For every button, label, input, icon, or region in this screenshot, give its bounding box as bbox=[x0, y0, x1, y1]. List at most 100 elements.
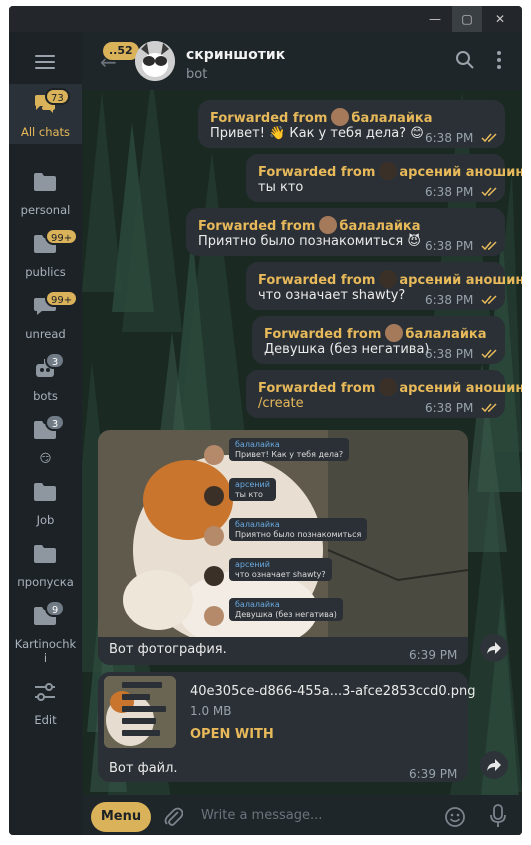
message-input-bar: Menu Write a message... bbox=[82, 795, 522, 835]
forwarded-header: Forwarded from балалайка bbox=[198, 216, 421, 234]
preview-message: балалайка Приятно было познакомиться bbox=[229, 518, 368, 541]
unread-counter-badge: ..52 bbox=[103, 42, 139, 60]
forwarded-header: Forwarded from арсений аношин bbox=[258, 162, 522, 180]
folder-label: publics bbox=[25, 265, 66, 279]
microphone-icon[interactable] bbox=[488, 804, 508, 828]
folder-label: пропуска bbox=[17, 575, 74, 589]
folder-label: Edit bbox=[34, 713, 57, 727]
file-message[interactable]: 40e305ce-d866-455a...3-afce2853ccd0.png … bbox=[98, 672, 476, 782]
paperclip-icon[interactable] bbox=[163, 806, 183, 828]
forwarded-header: Forwarded from балалайка bbox=[210, 108, 433, 126]
read-ticks-icon bbox=[481, 241, 497, 251]
more-vertical-icon[interactable] bbox=[494, 49, 504, 71]
chat-title: скриншотик bbox=[186, 47, 286, 63]
preview-avatar bbox=[204, 526, 224, 546]
forwarded-header: Forwarded from арсений аношин bbox=[258, 270, 522, 288]
message-time: 6:39 PM bbox=[409, 767, 458, 781]
message-text: что означает shawty? bbox=[258, 288, 406, 303]
read-ticks-icon bbox=[481, 349, 497, 359]
folder-smirk[interactable]: 3 😏 bbox=[9, 410, 82, 470]
message-text: Девушка (без негатива) bbox=[264, 342, 430, 357]
preview-avatar bbox=[204, 486, 224, 506]
preview-avatar bbox=[204, 566, 224, 586]
folder-bots[interactable]: 3 bots bbox=[9, 348, 82, 408]
folder-label: All chats bbox=[20, 125, 71, 139]
bot-menu-button[interactable]: Menu bbox=[91, 802, 151, 832]
message-input[interactable]: Write a message... bbox=[201, 808, 322, 823]
folder-all-chats[interactable]: 73 All chats bbox=[9, 84, 82, 144]
folder-icon bbox=[34, 545, 56, 563]
folder-label: unread bbox=[25, 327, 66, 341]
share-arrow-icon bbox=[487, 642, 501, 654]
photo-preview[interactable]: балалайка Привет! Как у тебя дела? арсени… bbox=[98, 430, 468, 637]
chat-avatar[interactable] bbox=[135, 41, 175, 81]
message-time: 6:38 PM bbox=[425, 239, 474, 253]
message-text: Привет! 👋 Как у тебя дела? 😊 bbox=[210, 126, 424, 141]
message-bubble[interactable]: Forwarded from балалайка Приятно было поз… bbox=[186, 208, 505, 256]
chat-panel: ← ..52 скриншотик bot Forwarded from бала… bbox=[82, 32, 522, 835]
photo-message[interactable]: балалайка Привет! Как у тебя дела? арсени… bbox=[98, 430, 468, 665]
message-text: Приятно было познакомиться 😈 bbox=[198, 234, 421, 249]
message-time: 6:38 PM bbox=[425, 347, 474, 361]
preview-message: балалайка Привет! Как у тебя дела? bbox=[229, 438, 350, 461]
folder-label: bots bbox=[33, 389, 58, 403]
maximize-button[interactable]: ▢ bbox=[452, 6, 482, 32]
emoji-icon[interactable] bbox=[444, 806, 466, 828]
minimize-button[interactable]: — bbox=[420, 6, 450, 32]
folder-propuska[interactable]: пропуска bbox=[9, 534, 82, 594]
message-time: 6:39 PM bbox=[409, 648, 458, 662]
close-button[interactable]: ✕ bbox=[485, 6, 515, 32]
message-bubble[interactable]: Forwarded from арсений аношин что означае… bbox=[246, 262, 522, 310]
read-ticks-icon bbox=[481, 187, 497, 197]
share-arrow-icon bbox=[487, 759, 501, 771]
folders-sidebar: 73 All chats personal 99+ publics 99+ un… bbox=[9, 32, 82, 835]
sliders-icon bbox=[35, 683, 55, 701]
folder-label: 😏 bbox=[39, 451, 52, 465]
folder-badge: 3 bbox=[45, 414, 65, 431]
folder-icon bbox=[34, 483, 56, 501]
folder-publics[interactable]: 99+ publics bbox=[9, 224, 82, 284]
message-text: ты кто bbox=[258, 180, 304, 195]
folder-label: Kartinochk i bbox=[14, 637, 77, 665]
preview-message: балалайка Девушка (без негатива) bbox=[229, 598, 343, 621]
file-thumbnail[interactable] bbox=[104, 676, 176, 748]
bot-command-link[interactable]: /create bbox=[258, 396, 304, 411]
message-bubble[interactable]: Forwarded from арсений аношин ты кто 6:38… bbox=[246, 154, 522, 202]
folder-job[interactable]: Job bbox=[9, 472, 82, 532]
share-button[interactable] bbox=[480, 751, 508, 779]
folder-edit[interactable]: Edit bbox=[9, 672, 82, 732]
message-bubble[interactable]: Forwarded from балалайка Привет! 👋 Как у … bbox=[198, 100, 505, 148]
preview-avatar bbox=[204, 606, 224, 626]
read-ticks-icon bbox=[481, 403, 497, 413]
file-size: 1.0 MB bbox=[190, 704, 232, 718]
message-bubble[interactable]: Forwarded from балалайка Девушка (без нег… bbox=[252, 316, 505, 364]
preview-message: арсений ты кто bbox=[229, 478, 276, 501]
folder-kartinochki[interactable]: 9 Kartinochk i bbox=[9, 596, 82, 666]
folder-unread[interactable]: 99+ unread bbox=[9, 286, 82, 346]
preview-message: арсений что означает shawty? bbox=[229, 558, 332, 581]
message-time: 6:38 PM bbox=[425, 401, 474, 415]
message-bubble[interactable]: Forwarded from арсений аношин /create 6:3… bbox=[246, 370, 522, 418]
photo-caption: Вот фотография. bbox=[109, 642, 227, 657]
share-button[interactable] bbox=[480, 634, 508, 662]
hamburger-icon[interactable] bbox=[35, 55, 55, 69]
chat-header: ← ..52 скриншотик bot bbox=[82, 32, 522, 90]
file-name: 40e305ce-d866-455a...3-afce2853ccd0.png bbox=[190, 684, 476, 699]
folder-badge: 99+ bbox=[45, 228, 79, 245]
folder-badge: 73 bbox=[45, 88, 70, 105]
folder-label: Job bbox=[36, 513, 55, 527]
read-ticks-icon bbox=[481, 133, 497, 143]
open-with-button[interactable]: OPEN WITH bbox=[190, 727, 274, 742]
message-time: 6:38 PM bbox=[425, 293, 474, 307]
folder-badge: 99+ bbox=[45, 290, 79, 307]
search-icon[interactable] bbox=[454, 49, 476, 71]
read-ticks-icon bbox=[481, 295, 497, 305]
message-time: 6:38 PM bbox=[425, 185, 474, 199]
chat-subtitle: bot bbox=[186, 67, 208, 82]
folder-badge: 9 bbox=[45, 600, 65, 617]
file-caption: Вот файл. bbox=[109, 761, 178, 776]
folder-personal[interactable]: personal bbox=[9, 162, 82, 222]
folder-badge: 3 bbox=[45, 352, 65, 369]
preview-avatar bbox=[204, 445, 224, 465]
forwarded-header: Forwarded from балалайка bbox=[264, 324, 487, 342]
